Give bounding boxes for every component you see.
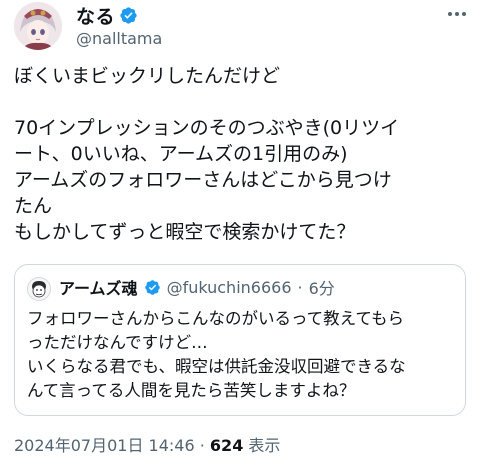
tweet-meta: 2024年07月01日 14:46 · 624 表示 [14,432,280,456]
author-avatar[interactable] [14,2,62,50]
quote-header: アームズ魂 @fukuchin6666 · 6分 [59,275,335,299]
more-icon[interactable] [448,12,466,16]
quoted-tweet[interactable]: アームズ魂 @fukuchin6666 · 6分 フォロワーさんからこんなのがいるっ… [14,264,466,416]
quote-separator: · [297,277,303,297]
meta-separator: · [199,436,205,455]
tweet-datetime[interactable]: 2024年07月01日 14:46 [14,436,195,455]
view-label: 表示 [248,436,281,455]
tweet-text: ぼくいまビックリしたんだけど 70インプレッションのそのつぶやき(0リツイ ート… [14,65,400,243]
quote-author-handle[interactable]: @fukuchin6666 [167,278,292,297]
quote-timestamp[interactable]: 6分 [309,275,335,299]
quote-author-avatar[interactable] [27,277,51,301]
quote-text: フォロワーさんからこんなのがいるって教えてもら っただけなんですけど… いくらな… [27,309,406,400]
verified-badge-icon [120,7,137,24]
author-handle[interactable]: @nalltama [76,29,162,48]
view-count: 624 [209,436,244,455]
quote-author-name[interactable]: アームズ魂 [59,275,138,299]
verified-badge-icon [144,279,160,295]
author-name-row: なる [76,2,138,29]
author-display-name[interactable]: なる [76,2,115,29]
